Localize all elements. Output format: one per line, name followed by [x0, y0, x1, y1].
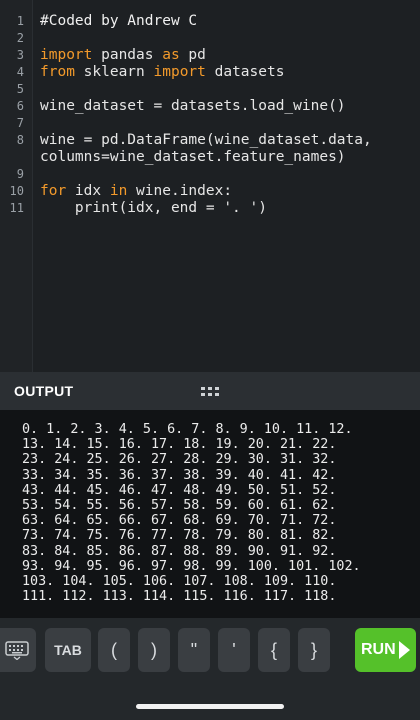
code-line: for idx in wine.index:: [40, 183, 232, 200]
output-title: OUTPUT: [14, 383, 74, 399]
code-editor[interactable]: 1 2 3 4 5 6 7 8 9 10 11 #Coded by Andrew C import p…: [0, 0, 420, 372]
line-number: 7: [16, 116, 24, 130]
code-token: #Coded by Andrew C: [40, 13, 198, 29]
code-line: import pandas as pd: [40, 47, 206, 64]
code-token: print(idx, end = '. '): [40, 200, 267, 216]
code-token: wine = pd.DataFrame(wine_dataset.data,: [40, 132, 372, 148]
line-number: 2: [16, 31, 24, 45]
code-keyword: import: [40, 47, 93, 63]
single-quote-key[interactable]: ': [218, 628, 250, 672]
output-line: 93. 94. 95. 96. 97. 98. 99. 100. 101. 10…: [22, 558, 361, 574]
output-line: 111. 112. 113. 114. 115. 116. 117. 118.: [22, 589, 337, 605]
code-line: columns=wine_dataset.feature_names): [40, 149, 346, 166]
line-number: 9: [16, 167, 24, 181]
play-arrow-icon: [399, 641, 410, 659]
output-line: 83. 84. 85. 86. 87. 88. 89. 90. 91. 92.: [22, 543, 337, 559]
close-paren-key[interactable]: ): [138, 628, 170, 672]
code-line: from sklearn import datasets: [40, 64, 284, 81]
double-quote-key[interactable]: ": [178, 628, 210, 672]
line-number: 3: [16, 48, 24, 62]
output-line: 23. 24. 25. 26. 27. 28. 29. 30. 31. 32.: [22, 452, 337, 468]
code-keyword: for: [40, 183, 67, 199]
output-console[interactable]: 0. 1. 2. 3. 4. 5. 6. 7. 8. 9. 10. 11. 12…: [0, 410, 420, 618]
line-number: 11: [9, 201, 24, 215]
run-button[interactable]: RUN: [355, 628, 416, 672]
code-token: pandas: [92, 47, 163, 63]
keyboard-icon: [5, 641, 29, 660]
home-indicator[interactable]: [136, 704, 284, 709]
code-keyword: as: [162, 47, 180, 63]
code-token: idx: [66, 183, 110, 199]
close-brace-key[interactable]: }: [298, 628, 330, 672]
open-brace-key[interactable]: {: [258, 628, 290, 672]
tab-key[interactable]: TAB: [45, 628, 91, 672]
code-keyword: from: [40, 64, 75, 80]
line-number: 8: [16, 133, 24, 147]
code-token: wine_dataset = datasets.load_wine(): [40, 98, 346, 114]
code-line: wine = pd.DataFrame(wine_dataset.data,: [40, 132, 372, 149]
code-keyword: in: [109, 183, 128, 199]
line-number-gutter: 1 2 3 4 5 6 7 8 9 10 11: [0, 0, 33, 372]
output-line: 103. 104. 105. 106. 107. 108. 109. 110.: [22, 574, 337, 589]
code-token: datasets: [205, 64, 285, 80]
code-line: wine_dataset = datasets.load_wine(): [40, 98, 346, 115]
line-number: 5: [16, 82, 24, 96]
output-line: 63. 64. 65. 66. 67. 68. 69. 70. 71. 72.: [22, 513, 337, 529]
code-token: sklearn: [74, 64, 154, 80]
output-line: 53. 54. 55. 56. 57. 58. 59. 60. 61. 62.: [22, 498, 337, 513]
open-paren-key[interactable]: (: [98, 628, 130, 672]
output-header: OUTPUT: [0, 372, 420, 410]
line-number: 4: [16, 65, 24, 79]
code-line: print(idx, end = '. '): [40, 200, 267, 217]
code-token: columns=wine_dataset.feature_names): [40, 149, 346, 165]
code-token: pd: [179, 47, 206, 63]
code-line: #Coded by Andrew C: [40, 13, 197, 30]
line-number: 1: [16, 14, 24, 28]
run-label: RUN: [361, 641, 396, 658]
code-token: wine.index:: [127, 183, 233, 199]
drag-handle-icon[interactable]: [201, 387, 219, 397]
output-line: 73. 74. 75. 76. 77. 78. 79. 80. 81. 82.: [22, 528, 337, 544]
output-line: 0. 1. 2. 3. 4. 5. 6. 7. 8. 9. 10. 11. 12…: [22, 422, 353, 437]
line-number: 10: [9, 184, 24, 198]
line-number: 6: [16, 99, 24, 113]
output-line: 13. 14. 15. 16. 17. 18. 19. 20. 21. 22.: [22, 437, 337, 453]
keyboard-toggle-button[interactable]: [0, 628, 36, 672]
output-line: 43. 44. 45. 46. 47. 48. 49. 50. 51. 52.: [22, 482, 337, 498]
output-line: 33. 34. 35. 36. 37. 38. 39. 40. 41. 42.: [22, 467, 337, 483]
code-keyword: import: [153, 64, 206, 80]
